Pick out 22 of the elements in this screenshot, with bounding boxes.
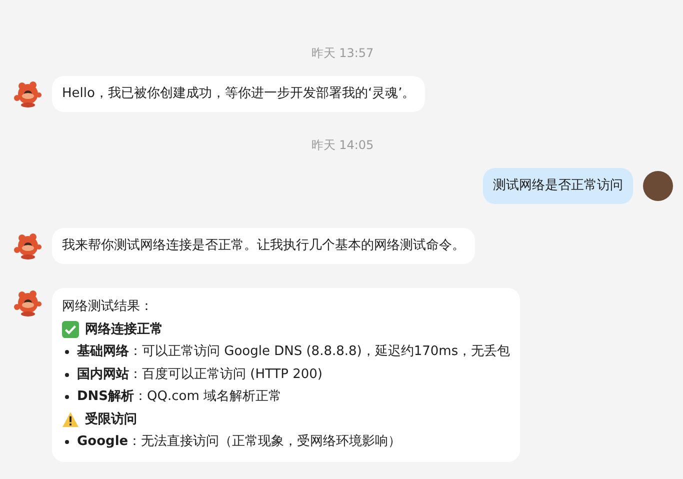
message-bubble: Hello，我已被你创建成功，等你进一步开发部署我的‘灵魂’。 [52, 76, 426, 112]
check-icon [62, 321, 79, 338]
list-item-text: 国内网站：百度可以正常访问 (HTTP 200) [77, 366, 322, 384]
mascot-avatar-icon [12, 79, 42, 109]
section-heading: 受限访问 [85, 410, 137, 428]
user-avatar[interactable] [643, 171, 673, 201]
list-item-text: DNS解析：QQ.com 域名解析正常 [77, 388, 282, 406]
bullet-icon [65, 350, 69, 354]
timestamp: 昨天 14:05 [311, 138, 374, 152]
bullet-icon [65, 372, 69, 377]
mascot-avatar-icon [12, 231, 42, 261]
mascot-avatar-icon [12, 288, 42, 318]
list-item-text: Google：无法直接访问（正常现象，受网络环境影响） [77, 433, 402, 451]
warning-icon [62, 411, 79, 428]
message-bubble: 我来帮你测试网络连接是否正常。让我执行几个基本的网络测试命令。 [52, 228, 475, 264]
bullet-icon [65, 440, 69, 444]
section-heading: 网络连接正常 [85, 320, 163, 338]
timestamp: 昨天 13:57 [311, 46, 374, 60]
message-bubble: 测试网络是否正常访问 [483, 168, 633, 204]
message-text: 网络测试结果： [62, 298, 154, 316]
list-item-text: 基础网络：可以正常访问 Google DNS (8.8.8.8)，延迟约170ms，无丢包 [77, 343, 510, 361]
bullet-icon [65, 395, 69, 400]
